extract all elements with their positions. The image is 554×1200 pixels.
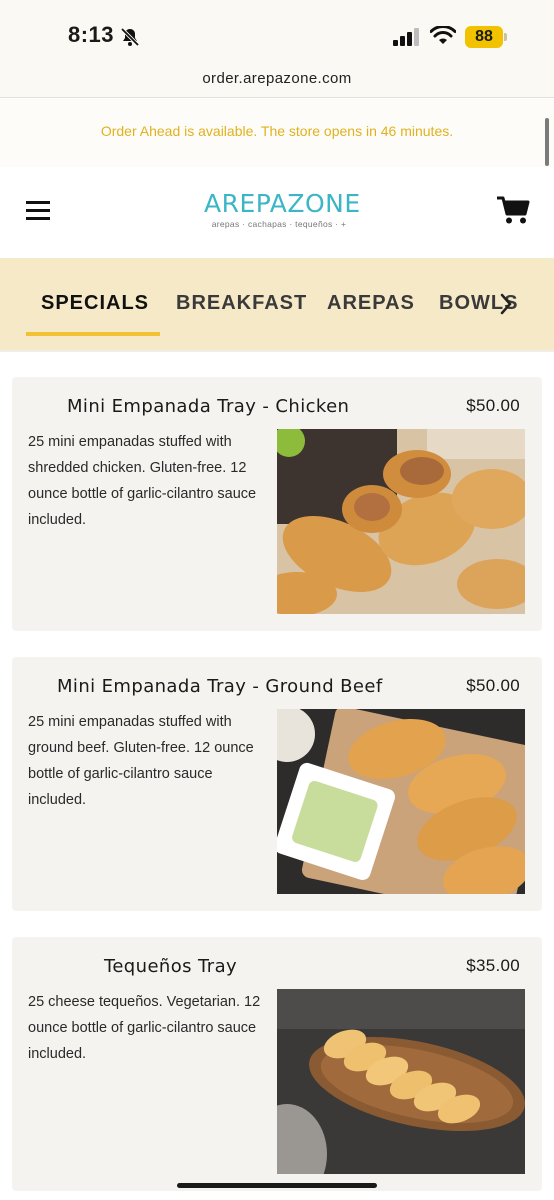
menu-item-description: 25 cheese tequeños. Vegetarian. 12 ounce… [28, 994, 261, 1062]
battery-icon: 88 [465, 26, 507, 48]
tab-breakfast[interactable]: BREAKFAST [176, 292, 307, 315]
arepazone-logo[interactable]: AREPAZONE arepas · cachapas · tequeños ·… [204, 189, 361, 233]
site-header: AREPAZONE arepas · cachapas · tequeños ·… [0, 167, 554, 258]
menu-item-card[interactable]: Mini Empanada Tray - Chicken $50.00 25 m… [12, 377, 542, 631]
chevron-right-icon[interactable] [498, 292, 514, 316]
menu-item-photo[interactable] [277, 709, 525, 894]
category-tabs: SPECIALS BREAKFAST AREPAS BOWLS [0, 258, 554, 350]
home-indicator [177, 1183, 377, 1188]
logo-tagline: arepas · cachapas · tequeños · + [211, 219, 347, 229]
url-text[interactable]: order.arepazone.com [0, 70, 554, 87]
wifi-icon [430, 26, 456, 44]
hamburger-menu-icon[interactable] [26, 201, 50, 221]
signal-icon [393, 28, 419, 46]
store-notice-banner: Order Ahead is available. The store open… [0, 99, 554, 167]
scrollbar-thumb[interactable] [545, 118, 549, 166]
menu-item-price: $50.00 [466, 396, 520, 415]
menu-item-title: Tequeños Tray [104, 956, 238, 977]
menu-item-title: Mini Empanada Tray - Chicken [67, 396, 350, 417]
menu-item-price: $35.00 [466, 956, 520, 975]
menu-item-description: 25 mini empanadas stuffed with ground be… [28, 714, 254, 808]
logo-title: AREPAZONE [204, 189, 361, 218]
menu-item-photo[interactable] [277, 429, 525, 614]
shopping-cart-icon[interactable] [496, 195, 530, 225]
status-time: 8:13 [68, 22, 115, 47]
divider [0, 350, 554, 352]
menu-item-price: $50.00 [466, 676, 520, 695]
active-tab-underline [26, 332, 160, 336]
battery-percent: 88 [475, 28, 493, 45]
tab-arepas[interactable]: AREPAS [327, 292, 415, 315]
menu-item-description: 25 mini empanadas stuffed with shredded … [28, 434, 257, 528]
notice-text: Order Ahead is available. The store open… [100, 123, 454, 139]
menu-item-title: Mini Empanada Tray - Ground Beef [57, 676, 383, 697]
status-bar: 8:13 88 [0, 0, 554, 62]
menu-item-card[interactable]: Tequeños Tray $35.00 25 cheese tequeños.… [12, 937, 542, 1191]
bell-slash-icon [120, 27, 140, 47]
tab-specials[interactable]: SPECIALS [41, 292, 149, 315]
browser-url-bar[interactable]: order.arepazone.com [0, 62, 554, 98]
menu-item-photo[interactable] [277, 989, 525, 1174]
menu-item-card[interactable]: Mini Empanada Tray - Ground Beef $50.00 … [12, 657, 542, 911]
